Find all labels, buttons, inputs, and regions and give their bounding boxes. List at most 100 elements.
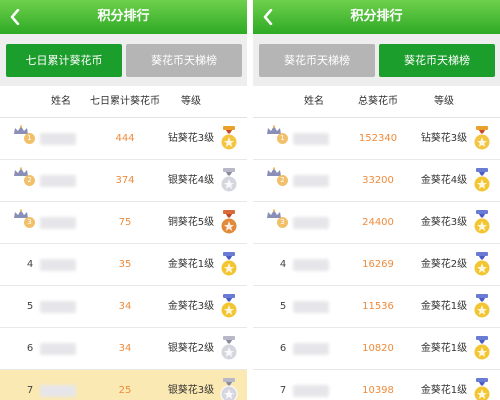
level-label: 钻葵花3级 [420,133,468,144]
user-name-blurred [40,385,76,397]
rank-number: 2 [24,175,35,186]
user-name-blurred [40,175,76,187]
column-header: 等级 [181,96,201,107]
app-header: 积分排行 [0,0,247,34]
user-name-blurred [293,301,329,313]
rank-number: 4 [279,259,287,270]
column-header-row: 姓名 总葵花币 等级 [253,86,500,118]
medal-icon [472,378,492,400]
user-name-blurred [293,343,329,355]
rank-number: 7 [26,385,34,396]
coin-value: 11536 [362,301,394,312]
crown-icon [266,162,282,176]
medal-icon [219,252,239,278]
coin-value: 16269 [362,259,394,270]
medal-icon [472,336,492,362]
column-header: 姓名 [51,96,71,107]
rank-number: 1 [24,133,35,144]
column-header: 总葵花币 [358,96,398,107]
rank-number: 5 [26,301,34,312]
crown-icon [13,204,29,218]
coin-value: 444 [115,133,135,144]
crown-icon [266,120,282,134]
ranking-row[interactable]: 4 16269 金葵花2级 [253,244,500,286]
rank-number: 6 [279,343,287,354]
ranking-row[interactable]: 3 75 铜葵花5级 [0,202,247,244]
coin-value: 34 [118,343,132,354]
medal-icon [219,336,239,362]
rank-number: 3 [24,217,35,228]
level-label: 金葵花3级 [420,217,468,228]
level-label: 银葵花2级 [167,343,215,354]
tab-2[interactable]: 葵花币天梯榜 [379,44,495,77]
rank-number: 3 [277,217,288,228]
level-label: 金葵花4级 [420,175,468,186]
medal-icon [219,126,239,152]
ranking-row[interactable]: 2 33200 金葵花4级 [253,160,500,202]
ranking-row[interactable]: 1 152340 钻葵花3级 [253,118,500,160]
tab-bar: 葵花币天梯榜 葵花币天梯榜 [253,34,500,86]
crown-icon [13,120,29,134]
crown-icon [266,204,282,218]
level-label: 金葵花2级 [420,259,468,270]
app-header: 积分排行 [253,0,500,34]
coin-value: 33200 [362,175,394,186]
ranking-row[interactable]: 6 34 银葵花2级 [0,328,247,370]
user-name-blurred [40,259,76,271]
rank-number: 5 [279,301,287,312]
level-label: 银葵花3级 [167,385,215,396]
coin-value: 35 [118,259,132,270]
user-name-blurred [40,301,76,313]
ranking-row[interactable]: 7 10398 金葵花1级 [253,370,500,400]
user-name-blurred [293,175,329,187]
ranking-row[interactable]: 3 24400 金葵花3级 [253,202,500,244]
level-label: 金葵花1级 [420,301,468,312]
crown-icon [13,162,29,176]
ranking-row[interactable]: 5 34 金葵花3级 [0,286,247,328]
page-title: 积分排行 [350,9,403,24]
column-header: 姓名 [304,96,324,107]
level-label: 金葵花1级 [420,343,468,354]
column-header: 等级 [434,96,454,107]
ranking-row[interactable]: 2 374 银葵花4级 [0,160,247,202]
user-name-blurred [40,217,76,229]
tab-1[interactable]: 葵花币天梯榜 [259,44,375,77]
coin-value: 34 [118,301,132,312]
ranking-row[interactable]: 7 25 银葵花3级 [0,370,247,400]
medal-icon [219,210,239,236]
user-name-blurred [293,259,329,271]
coin-value: 25 [118,385,132,396]
coin-value: 10398 [362,385,394,396]
ranking-row[interactable]: 4 35 金葵花1级 [0,244,247,286]
screen-weekly: 积分排行 七日累计葵花币 葵花币天梯榜 姓名 七日累计葵花币 等级 1 444 钻葵花3级 2 37… [0,0,247,400]
ranking-row[interactable]: 6 10820 金葵花1级 [253,328,500,370]
level-label: 钻葵花3级 [167,133,215,144]
tab-2[interactable]: 葵花币天梯榜 [126,44,242,77]
rank-number: 2 [277,175,288,186]
rank-number: 4 [26,259,34,270]
level-label: 金葵花1级 [420,385,468,396]
tab-1[interactable]: 七日累计葵花币 [6,44,122,77]
user-name-blurred [40,133,76,145]
ranking-row[interactable]: 1 444 钻葵花3级 [0,118,247,160]
coin-value: 75 [118,217,132,228]
medal-icon [472,210,492,236]
medal-icon [472,294,492,320]
medal-icon [219,294,239,320]
coin-value: 152340 [358,133,398,144]
level-label: 银葵花4级 [167,175,215,186]
coin-value: 24400 [362,217,394,228]
user-name-blurred [293,217,329,229]
level-label: 金葵花1级 [167,259,215,270]
coin-value: 10820 [362,343,394,354]
user-name-blurred [293,385,329,397]
level-label: 铜葵花5级 [167,217,215,228]
user-name-blurred [40,343,76,355]
column-header: 七日累计葵花币 [90,96,160,107]
medal-icon [472,126,492,152]
rank-number: 6 [26,343,34,354]
ranking-row[interactable]: 5 11536 金葵花1级 [253,286,500,328]
tab-bar: 七日累计葵花币 葵花币天梯榜 [0,34,247,86]
screen-ladder: 积分排行 葵花币天梯榜 葵花币天梯榜 姓名 总葵花币 等级 1 152340 钻葵花3级 2 332… [253,0,500,400]
level-label: 金葵花3级 [167,301,215,312]
